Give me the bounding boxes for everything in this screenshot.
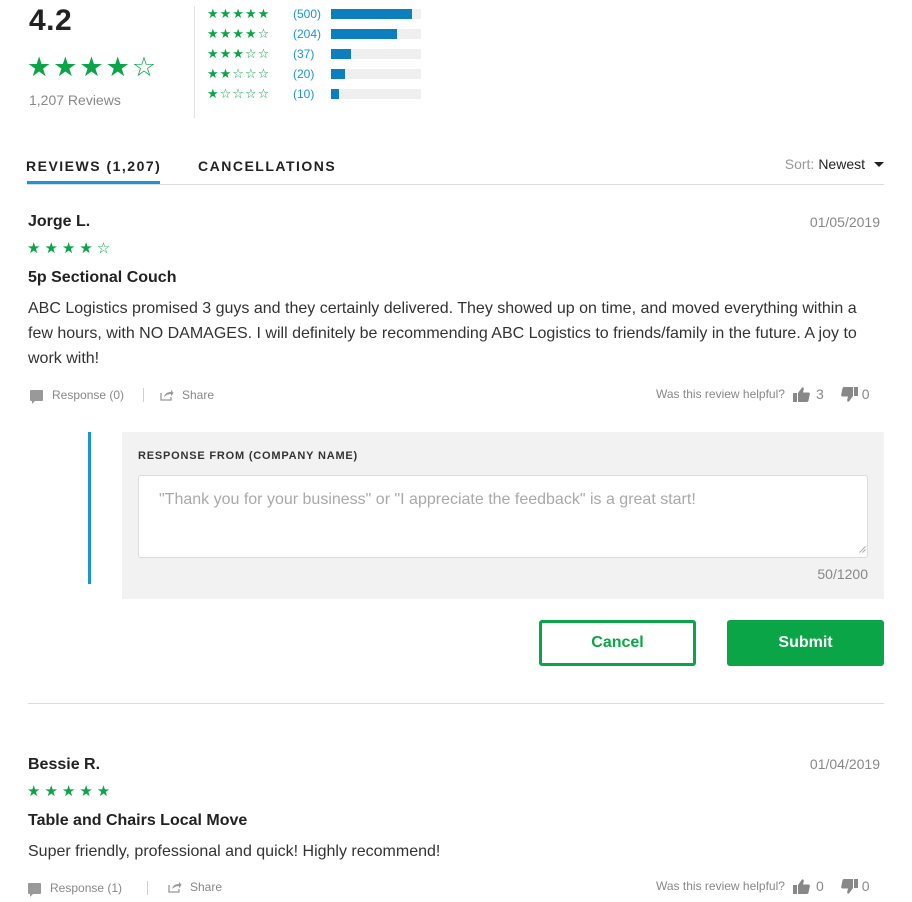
helpful-label: Was this review helpful? — [656, 879, 785, 893]
histogram-row-1[interactable]: ★☆☆☆☆ (10) — [207, 84, 421, 104]
histogram-bar-fill — [331, 9, 412, 19]
histogram-bar-track — [331, 69, 421, 79]
histogram-count[interactable]: (20) — [287, 67, 327, 81]
downvote-button[interactable]: 0 — [840, 386, 870, 402]
thumbs-up-icon — [792, 878, 810, 894]
sort-value: Newest — [818, 156, 865, 172]
downvote-count: 0 — [861, 386, 870, 402]
histogram-stars: ★★★★★ — [207, 6, 271, 21]
histogram-row-5[interactable]: ★★★★★ (500) — [207, 4, 421, 24]
histogram-count[interactable]: (37) — [287, 47, 327, 61]
histogram-bar-fill — [331, 69, 346, 79]
review-divider — [28, 703, 884, 704]
histogram-stars: ★★★☆☆ — [207, 46, 271, 61]
tabs-divider — [27, 184, 884, 185]
histogram-bar-fill — [331, 49, 351, 59]
caret-down-icon — [874, 161, 884, 167]
summary-divider — [194, 6, 195, 118]
comment-icon — [30, 389, 43, 404]
histogram-stars: ★★★★☆ — [207, 26, 271, 41]
review-title: 5p Sectional Couch — [28, 269, 177, 286]
response-button[interactable]: Response (0) — [30, 388, 125, 404]
share-button[interactable]: Share — [168, 880, 222, 894]
review-body: ABC Logistics promised 3 guys and they c… — [28, 300, 857, 367]
helpful-label: Was this review helpful? — [656, 387, 785, 401]
helpful-row: Was this review helpful? 0 0 — [656, 878, 870, 894]
average-rating: 4.2 — [29, 4, 73, 37]
thumbs-up-icon — [792, 386, 810, 402]
histogram-row-4[interactable]: ★★★★☆ (204) — [207, 24, 421, 44]
tab-reviews[interactable]: REVIEWS (1,207) — [26, 158, 161, 174]
submit-button[interactable]: Submit — [727, 620, 884, 666]
reviewer-name: Bessie R. — [28, 756, 101, 773]
action-separator — [147, 881, 148, 895]
histogram-bar-track — [331, 9, 421, 19]
response-label: Response (1) — [50, 881, 123, 895]
histogram-bar-fill — [331, 89, 340, 99]
histogram-count[interactable]: (500) — [287, 7, 327, 21]
histogram-bar-track — [331, 89, 421, 99]
reviewer-name: Jorge L. — [28, 213, 91, 230]
sort-label: Sort: — [784, 156, 815, 172]
cancel-button[interactable]: Cancel — [539, 620, 696, 666]
upvote-button[interactable]: 3 — [792, 386, 824, 402]
tab-cancellations[interactable]: CANCELLATIONS — [198, 158, 336, 174]
reviews-count: 1,207 Reviews — [29, 92, 121, 108]
response-form-label: RESPONSE FROM (COMPANY NAME) — [138, 450, 359, 462]
comment-icon — [28, 882, 41, 897]
review-date: 01/05/2019 — [809, 214, 880, 230]
review-date: 01/04/2019 — [809, 756, 880, 772]
review-stars: ★★★★★ — [27, 783, 115, 800]
share-label: Share — [182, 388, 215, 402]
thumbs-down-icon — [840, 878, 858, 894]
sort-dropdown[interactable]: Sort: Newest — [785, 156, 884, 172]
upvote-count: 0 — [815, 878, 824, 894]
histogram-row-3[interactable]: ★★★☆☆ (37) — [207, 44, 421, 64]
response-button[interactable]: Response (1) — [28, 881, 123, 897]
review-stars: ★★★★☆ — [27, 240, 115, 257]
share-button[interactable]: Share — [160, 388, 214, 402]
histogram-row-2[interactable]: ★★☆☆☆ (20) — [207, 64, 421, 84]
histogram-bar-track — [331, 29, 421, 39]
share-icon — [160, 389, 174, 401]
histogram-stars: ★☆☆☆☆ — [207, 86, 271, 101]
response-label: Response (0) — [52, 388, 125, 402]
upvote-count: 3 — [815, 386, 824, 402]
action-separator — [143, 388, 144, 402]
response-textarea[interactable] — [138, 475, 868, 558]
helpful-row: Was this review helpful? 3 0 — [656, 386, 870, 402]
character-counter: 50/1200 — [817, 566, 868, 582]
histogram-stars: ★★☆☆☆ — [207, 66, 271, 81]
share-label: Share — [190, 880, 223, 894]
share-icon — [168, 881, 182, 893]
downvote-count: 0 — [861, 878, 870, 894]
histogram-count[interactable]: (10) — [287, 87, 327, 101]
histogram-bar-fill — [331, 29, 397, 39]
histogram-bar-track — [331, 49, 421, 59]
response-accent-bar — [88, 432, 91, 584]
review-title: Table and Chairs Local Move — [28, 812, 248, 829]
downvote-button[interactable]: 0 — [840, 878, 870, 894]
active-tab-indicator — [27, 181, 160, 184]
thumbs-down-icon — [840, 386, 858, 402]
upvote-button[interactable]: 0 — [792, 878, 824, 894]
histogram-count[interactable]: (204) — [287, 27, 327, 41]
review-body: Super friendly, professional and quick! … — [28, 843, 441, 860]
average-rating-stars: ★★★★☆ — [27, 52, 159, 82]
resize-grip-icon[interactable] — [858, 545, 866, 553]
